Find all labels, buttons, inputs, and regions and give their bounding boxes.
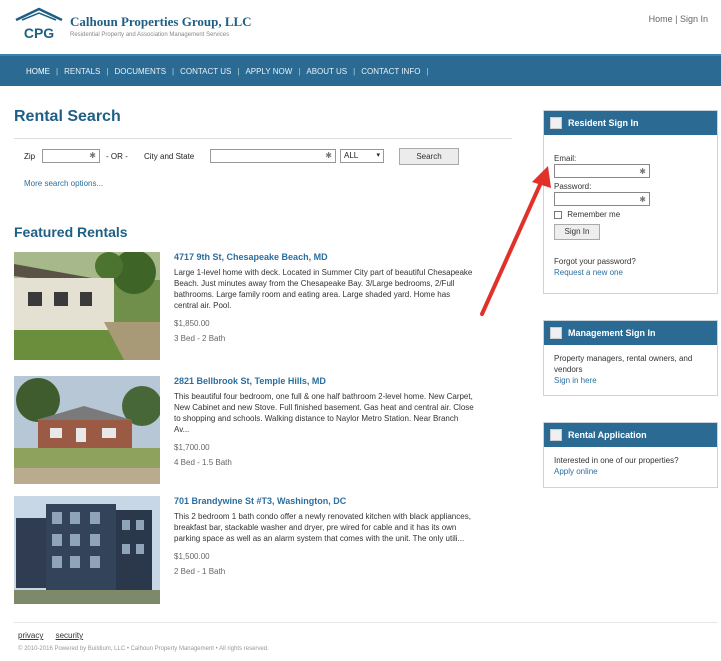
listing-item: 701 Brandywine St #T3, Washington, DC Th… bbox=[14, 496, 504, 611]
rental-application-header: Rental Application bbox=[544, 423, 717, 447]
nav-about-us[interactable]: ABOUT US bbox=[300, 67, 353, 76]
remember-me-label: Remember me bbox=[567, 210, 621, 219]
listing-address-link[interactable]: 4717 9th St, Chesapeake Beach, MD bbox=[174, 252, 474, 262]
home-link[interactable]: Home bbox=[649, 14, 673, 24]
listing-price: $1,850.00 bbox=[174, 319, 210, 328]
forgot-password-text: Forgot your password? bbox=[554, 257, 636, 266]
or-label: - OR - bbox=[106, 152, 128, 161]
clear-icon: ✱ bbox=[639, 195, 646, 204]
resident-sign-in-header: Resident Sign In bbox=[544, 111, 717, 135]
rental-search-title: Rental Search bbox=[14, 108, 121, 125]
resident-sign-in-panel: Resident Sign In Email: ✱ Password: ✱ Re… bbox=[543, 110, 718, 294]
rental-application-title: Rental Application bbox=[568, 430, 647, 440]
sign-in-button[interactable]: Sign In bbox=[554, 224, 600, 240]
footer-links: privacy security bbox=[18, 631, 93, 640]
password-field[interactable]: ✱ bbox=[554, 192, 650, 206]
chevron-down-icon: ▾ bbox=[376, 152, 380, 159]
city-state-input[interactable]: ✱ bbox=[210, 149, 336, 163]
clear-icon: ✱ bbox=[639, 167, 646, 176]
listing-description: Large 1-level home with deck. Located in… bbox=[174, 268, 473, 310]
listing-item: 4717 9th St, Chesapeake Beach, MD Large … bbox=[14, 252, 504, 367]
nav-apply-now[interactable]: APPLY NOW bbox=[239, 67, 298, 76]
nav-rentals[interactable]: RENTALS bbox=[58, 67, 106, 76]
state-select[interactable]: ALL ▾ bbox=[340, 149, 384, 163]
listing-photo[interactable] bbox=[14, 252, 160, 360]
clear-icon: ✱ bbox=[325, 151, 332, 160]
top-links: Home | Sign In bbox=[648, 14, 708, 24]
management-sign-in-body: Property managers, rental owners, and ve… bbox=[544, 345, 717, 394]
password-label: Password: bbox=[554, 182, 592, 191]
clear-icon: ✱ bbox=[89, 151, 96, 160]
listing-photo[interactable] bbox=[14, 496, 160, 604]
management-sign-in-panel: Management Sign In Property managers, re… bbox=[543, 320, 718, 396]
nav-documents[interactable]: DOCUMENTS bbox=[108, 67, 172, 76]
company-name: Calhoun Properties Group, LLC bbox=[70, 14, 252, 29]
sign-in-link[interactable]: Sign In bbox=[680, 14, 708, 24]
listing-address-link[interactable]: 701 Brandywine St #T3, Washington, DC bbox=[174, 496, 474, 506]
logo-text: CPG bbox=[24, 25, 54, 41]
footer-copyright: © 2010-2016 Powered by Buildium, LLC • C… bbox=[18, 646, 269, 652]
listing-price: $1,700.00 bbox=[174, 443, 210, 452]
site-header: CPG Calhoun Properties Group, LLC Reside… bbox=[0, 0, 721, 52]
security-link[interactable]: security bbox=[56, 631, 84, 640]
management-sign-in-link[interactable]: Sign in here bbox=[554, 375, 707, 386]
management-sign-in-title: Management Sign In bbox=[568, 328, 656, 338]
remember-me: Remember me bbox=[554, 209, 707, 220]
listing-info: 2821 Bellbrook St, Temple Hills, MD This… bbox=[174, 376, 474, 467]
apply-online-link[interactable]: Apply online bbox=[554, 466, 707, 477]
search-button[interactable]: Search bbox=[399, 148, 459, 165]
more-search-options-link[interactable]: More search options... bbox=[24, 179, 103, 188]
nav-home[interactable]: HOME bbox=[20, 67, 56, 76]
company-tagline: Residential Property and Association Man… bbox=[70, 32, 230, 38]
listing-address-link[interactable]: 2821 Bellbrook St, Temple Hills, MD bbox=[174, 376, 474, 386]
listing-beds-baths: 4 Bed - 1.5 Bath bbox=[174, 458, 232, 467]
resident-sign-in-title: Resident Sign In bbox=[568, 118, 639, 128]
management-text: Property managers, rental owners, and ve… bbox=[554, 354, 693, 374]
rental-application-body: Interested in one of our properties? App… bbox=[544, 447, 717, 485]
listing-description: This 2 bedroom 1 bath condo offer a newl… bbox=[174, 512, 471, 543]
document-icon bbox=[550, 429, 562, 441]
request-password-link[interactable]: Request a new one bbox=[554, 267, 707, 278]
email-field[interactable]: ✱ bbox=[554, 164, 650, 178]
remember-me-checkbox[interactable] bbox=[554, 210, 562, 219]
nav-contact-us[interactable]: CONTACT US bbox=[174, 67, 237, 76]
listing-info: 4717 9th St, Chesapeake Beach, MD Large … bbox=[174, 252, 474, 343]
listing-price: $1,500.00 bbox=[174, 552, 210, 561]
application-text: Interested in one of our properties? bbox=[554, 456, 679, 465]
management-sign-in-header: Management Sign In bbox=[544, 321, 717, 345]
key-icon bbox=[550, 117, 562, 129]
listing-beds-baths: 2 Bed - 1 Bath bbox=[174, 567, 226, 576]
nav-contact-info[interactable]: CONTACT INFO bbox=[355, 67, 426, 76]
featured-rentals-title: Featured Rentals bbox=[14, 224, 128, 240]
resident-sign-in-body: Email: ✱ Password: ✱ Remember me Sign In… bbox=[544, 135, 717, 286]
listing-item: 2821 Bellbrook St, Temple Hills, MD This… bbox=[14, 376, 504, 491]
listing-photo[interactable] bbox=[14, 376, 160, 484]
rental-search-form: Zip ✱ - OR - City and State ✱ ALL ▾ Sear… bbox=[14, 138, 512, 198]
main-content: Rental Search Zip ✱ - OR - City and Stat… bbox=[14, 108, 514, 604]
listing-description: This beautiful four bedroom, one full & … bbox=[174, 392, 474, 434]
footer-divider bbox=[14, 622, 718, 623]
privacy-link[interactable]: privacy bbox=[18, 631, 43, 640]
email-label: Email: bbox=[554, 154, 577, 163]
city-state-label: City and State bbox=[144, 152, 195, 161]
building-icon bbox=[550, 327, 562, 339]
main-navigation: HOME | RENTALS | DOCUMENTS | CONTACT US … bbox=[0, 54, 721, 86]
rental-application-panel: Rental Application Interested in one of … bbox=[543, 422, 718, 488]
state-select-value: ALL bbox=[344, 151, 359, 160]
zip-input[interactable]: ✱ bbox=[42, 149, 100, 163]
listing-info: 701 Brandywine St #T3, Washington, DC Th… bbox=[174, 496, 474, 576]
zip-label: Zip bbox=[24, 152, 36, 161]
listing-beds-baths: 3 Bed - 2 Bath bbox=[174, 334, 226, 343]
company-logo[interactable]: CPG bbox=[14, 6, 64, 42]
